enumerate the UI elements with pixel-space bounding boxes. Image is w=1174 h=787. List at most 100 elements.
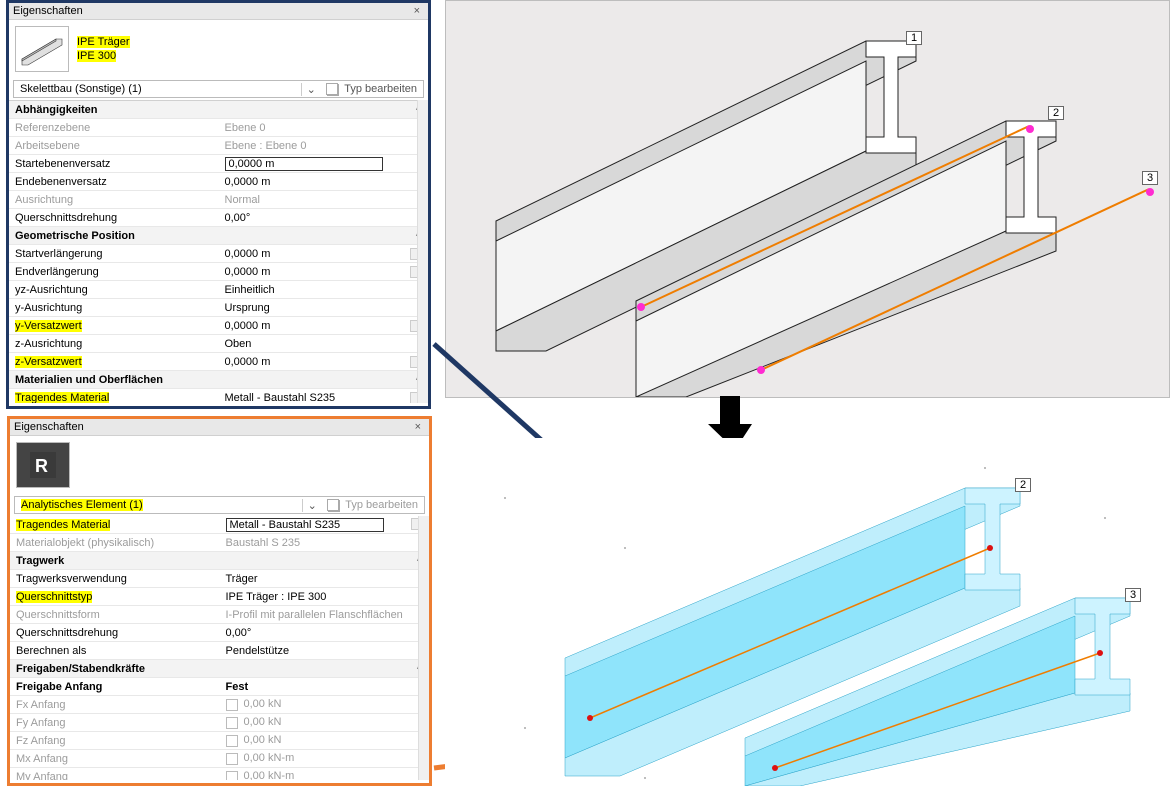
edit-type-button[interactable]: Typ bearbeiten: [320, 83, 423, 95]
properties-table: Tragendes Material Metall - Baustahl S235…: [10, 516, 429, 780]
element-tag-2[interactable]: 2: [1048, 106, 1064, 120]
scrollbar[interactable]: [417, 100, 428, 403]
type-thumbnail: R: [16, 442, 70, 488]
checkbox[interactable]: [226, 753, 238, 765]
close-icon[interactable]: ×: [410, 5, 424, 17]
close-icon[interactable]: ×: [411, 421, 425, 433]
scrollbar[interactable]: [418, 516, 429, 780]
row-startversatz-value[interactable]: 0,0000 m: [225, 157, 383, 171]
type-selector[interactable]: IPE Träger IPE 300: [9, 20, 428, 78]
row-zversatz-value[interactable]: 0,0000 m: [225, 356, 271, 368]
edit-type-button: Typ bearbeiten: [321, 499, 424, 511]
element-tag-3[interactable]: 3: [1142, 171, 1158, 185]
row-refebene-label: Referenzebene: [9, 119, 219, 137]
row-startverl-value[interactable]: 0,0000 m: [225, 248, 271, 260]
panel-title: Eigenschaften: [13, 5, 83, 17]
row-endversatz-label: Endebenenversatz: [9, 173, 219, 191]
section-freigaben: Freigaben/Stabendkräfte: [16, 663, 145, 675]
chevron-down-icon[interactable]: ⌄: [302, 499, 321, 512]
row-freigabe-anfang-value[interactable]: Fest: [220, 678, 430, 696]
section-materials: Materialien und Oberflächen: [15, 374, 163, 386]
row-tragmat-value[interactable]: Metall - Baustahl S235: [226, 518, 384, 532]
instance-label: Analytisches Element (1): [21, 499, 143, 511]
svg-text:R: R: [35, 456, 48, 476]
instance-selector-row: Skelettbau (Sonstige) (1) ⌄ Typ bearbeit…: [13, 80, 424, 98]
edit-type-icon: [326, 83, 338, 95]
panel-title: Eigenschaften: [14, 421, 84, 433]
row-mxa-label: Mx Anfang: [10, 750, 220, 768]
row-ausrichtung-label: Ausrichtung: [9, 191, 219, 209]
row-yaus-value[interactable]: Ursprung: [219, 299, 429, 317]
row-yzaus-label: yz-Ausrichtung: [9, 281, 219, 299]
row-zaus-value[interactable]: Oben: [219, 335, 429, 353]
row-refebene-value: Ebene 0: [219, 119, 429, 137]
row-arbeitsebene-value: Ebene : Ebene 0: [219, 137, 429, 155]
row-zversatz-label: z-Versatzwert: [15, 356, 82, 368]
edit-type-label: Typ bearbeiten: [344, 83, 417, 95]
row-fxa-value: 0,00 kN: [244, 698, 282, 710]
row-querschnittdreh-label: Querschnittsdrehung: [9, 209, 219, 227]
row-yversatz-value[interactable]: 0,0000 m: [225, 320, 271, 332]
row-tragverw-label: Tragwerksverwendung: [10, 570, 220, 588]
row-freigabe-anfang-label: Freigabe Anfang: [10, 678, 220, 696]
edit-type-label: Typ bearbeiten: [345, 499, 418, 511]
row-qsform-value: I-Profil mit parallelen Flanschflächen: [220, 606, 430, 624]
element-tag-1[interactable]: 1: [906, 31, 922, 45]
row-berechnen-value[interactable]: Pendelstütze: [220, 642, 430, 660]
node-dot: [757, 366, 765, 374]
section-dependencies: Abhängigkeiten: [15, 104, 98, 116]
row-qstyp-label: Querschnittstyp: [16, 591, 92, 603]
properties-panel-analytical: Eigenschaften × R Analytisches Element (…: [7, 416, 432, 786]
checkbox[interactable]: [226, 717, 238, 729]
properties-panel-physical: Eigenschaften × IPE Träger IPE 300 Skele…: [6, 0, 431, 409]
chevron-down-icon[interactable]: ⌄: [301, 83, 320, 96]
row-qsdreh-value[interactable]: 0,00°: [220, 624, 430, 642]
row-yzaus-value[interactable]: Einheitlich: [219, 281, 429, 299]
family-name: IPE Träger: [77, 36, 130, 48]
row-mxa-value: 0,00 kN-m: [244, 752, 295, 764]
instance-selector[interactable]: Skelettbau (Sonstige) (1): [14, 81, 301, 97]
checkbox[interactable]: [226, 771, 238, 780]
row-startverl-label: Startverlängerung: [9, 245, 219, 263]
row-tragverw-value[interactable]: Träger: [220, 570, 430, 588]
row-qsform-label: Querschnittsform: [10, 606, 220, 624]
section-tragwerk: Tragwerk: [16, 555, 64, 567]
checkbox[interactable]: [226, 699, 238, 711]
viewport-3d-lower[interactable]: 2 3: [445, 438, 1168, 786]
row-endverl-value[interactable]: 0,0000 m: [225, 266, 271, 278]
row-querschnittdreh-value[interactable]: 0,00°: [219, 209, 429, 227]
panel-title-bar: Eigenschaften ×: [9, 3, 428, 20]
row-mya-label: My Anfang: [10, 768, 220, 781]
row-yversatz-label: y-Versatzwert: [15, 320, 82, 332]
properties-table: Abhängigkeiten^ ReferenzebeneEbene 0 Arb…: [9, 100, 428, 403]
row-tragmat-value[interactable]: Metall - Baustahl S235: [225, 392, 336, 404]
type-selector[interactable]: R: [10, 436, 429, 494]
viewport-3d-upper[interactable]: 1 2 3: [445, 0, 1170, 398]
row-arbeitsebene-label: Arbeitsebene: [9, 137, 219, 155]
row-yaus-label: y-Ausrichtung: [9, 299, 219, 317]
element-tag-3[interactable]: 3: [1125, 588, 1141, 602]
row-endverl-label: Endverlängerung: [9, 263, 219, 281]
row-fza-value: 0,00 kN: [244, 734, 282, 746]
node-dot: [637, 303, 645, 311]
row-endversatz-value[interactable]: 0,0000 m: [219, 173, 429, 191]
row-zaus-label: z-Ausrichtung: [9, 335, 219, 353]
instance-selector[interactable]: Analytisches Element (1): [15, 497, 302, 513]
row-fxa-label: Fx Anfang: [10, 696, 220, 714]
row-qstyp-value[interactable]: IPE Träger : IPE 300: [220, 588, 430, 606]
checkbox[interactable]: [226, 735, 238, 747]
row-matobj-value: Baustahl S 235: [220, 534, 430, 552]
row-tragmat-label: Tragendes Material: [15, 392, 109, 404]
type-name: IPE 300: [77, 50, 116, 62]
row-matobj-label: Materialobjekt (physikalisch): [10, 534, 220, 552]
edit-type-icon: [327, 499, 339, 511]
row-mya-value: 0,00 kN-m: [244, 770, 295, 780]
element-tag-2[interactable]: 2: [1015, 478, 1031, 492]
node-dot: [1146, 188, 1154, 196]
row-tragmat-label: Tragendes Material: [16, 519, 110, 531]
node-dot: [1026, 125, 1034, 133]
row-fya-label: Fy Anfang: [10, 714, 220, 732]
row-fza-label: Fz Anfang: [10, 732, 220, 750]
type-text: IPE Träger IPE 300: [77, 35, 130, 64]
row-berechnen-label: Berechnen als: [10, 642, 220, 660]
